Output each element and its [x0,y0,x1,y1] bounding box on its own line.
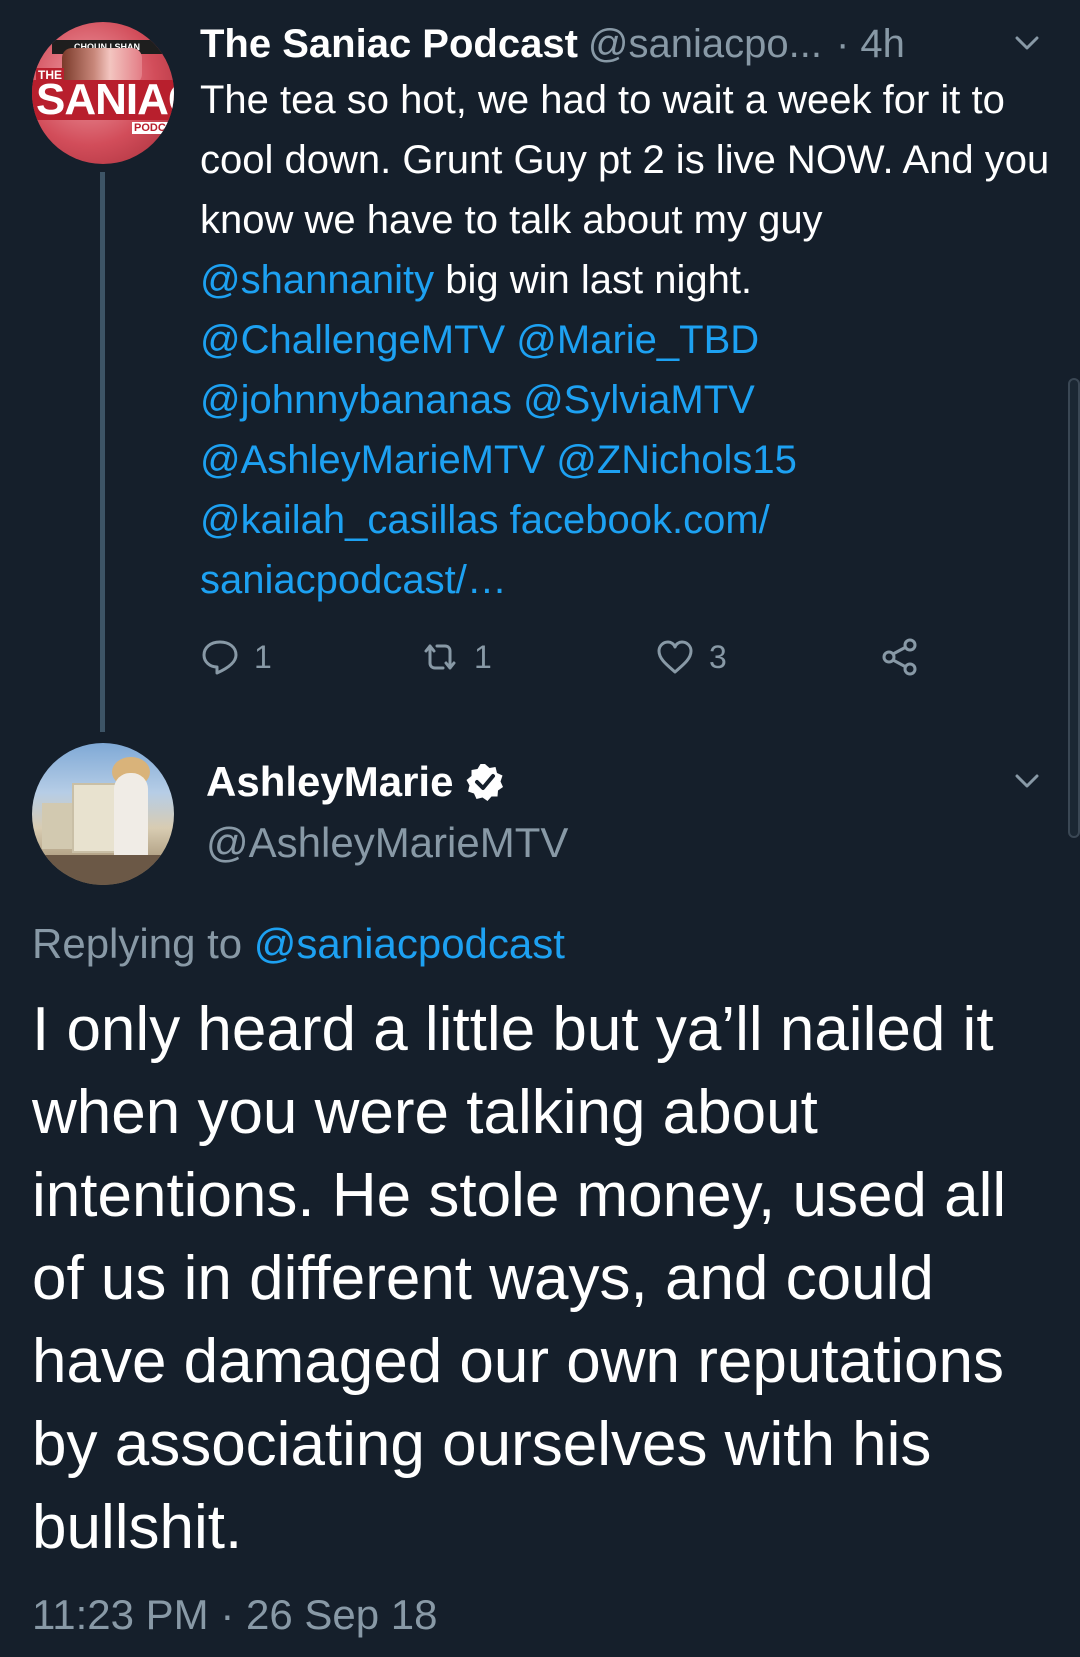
parent-timestamp[interactable]: · 4h [836,20,905,68]
parent-tweet-header: The Saniac Podcast @saniacpo... · 4h [200,16,905,72]
replying-to-mention[interactable]: @saniacpodcast [254,920,565,967]
retweet-count: 1 [474,638,492,675]
parent-tweet-text: The tea so hot, we had to wait a week fo… [200,70,1050,610]
tweet-detail-screen: CHOUN | SHAN THE SANIAC PODC The Saniac … [0,0,1080,1657]
main-display-name[interactable]: AshleyMarie [206,758,453,806]
tweet-action-bar: 1 1 3 [200,632,930,682]
share-icon [882,638,917,676]
verified-badge-icon [466,764,504,801]
avatar-brand: SANIAC [36,75,174,124]
main-display-name-row[interactable]: AshleyMarie [206,752,505,812]
reply-icon [202,640,238,675]
main-tweet-text: I only heard a little but ya’ll nailed i… [32,995,1007,1562]
share-button[interactable] [880,632,920,682]
parent-text-part1: The tea so hot, we had to wait a week fo… [200,78,1050,242]
like-icon [657,640,693,674]
thread-connector-line [100,172,105,732]
avatar-building-left [42,803,76,849]
parent-display-name[interactable]: The Saniac Podcast [200,20,578,68]
chevron-down-icon[interactable] [1014,768,1040,794]
mention-shannanity[interactable]: @shannanity [200,258,434,302]
like-count: 3 [709,638,727,675]
avatar-ground [32,855,174,885]
like-button[interactable]: 3 [655,632,727,682]
main-handle[interactable]: @AshleyMarieMTV [206,815,568,871]
replying-prefix: Replying to [32,920,254,967]
chevron-down-icon[interactable] [1014,30,1040,56]
parent-avatar[interactable]: CHOUN | SHAN THE SANIAC PODC [32,22,174,164]
retweet-button[interactable]: 1 [420,632,492,682]
parent-handle[interactable]: @saniacpo... [588,20,822,68]
reply-button[interactable]: 1 [200,632,272,682]
avatar-person [114,773,148,863]
parent-tweet[interactable]: CHOUN | SHAN THE SANIAC PODC The Saniac … [0,0,1080,740]
replying-to-line: Replying to @saniacpodcast [32,914,565,974]
retweet-icon [424,644,456,670]
scrollbar-thumb[interactable] [1068,378,1080,838]
avatar-sub: PODC [132,122,168,134]
parent-text-part2: big win last night. [434,258,753,302]
main-tweet-timestamp: 11:23 PM · 26 Sep 18 [32,1591,438,1638]
mentions-and-link[interactable]: @ChallengeMTV @Marie_TBD @johnnybananas … [200,318,797,602]
reply-count: 1 [254,638,272,675]
main-avatar[interactable] [32,743,174,885]
